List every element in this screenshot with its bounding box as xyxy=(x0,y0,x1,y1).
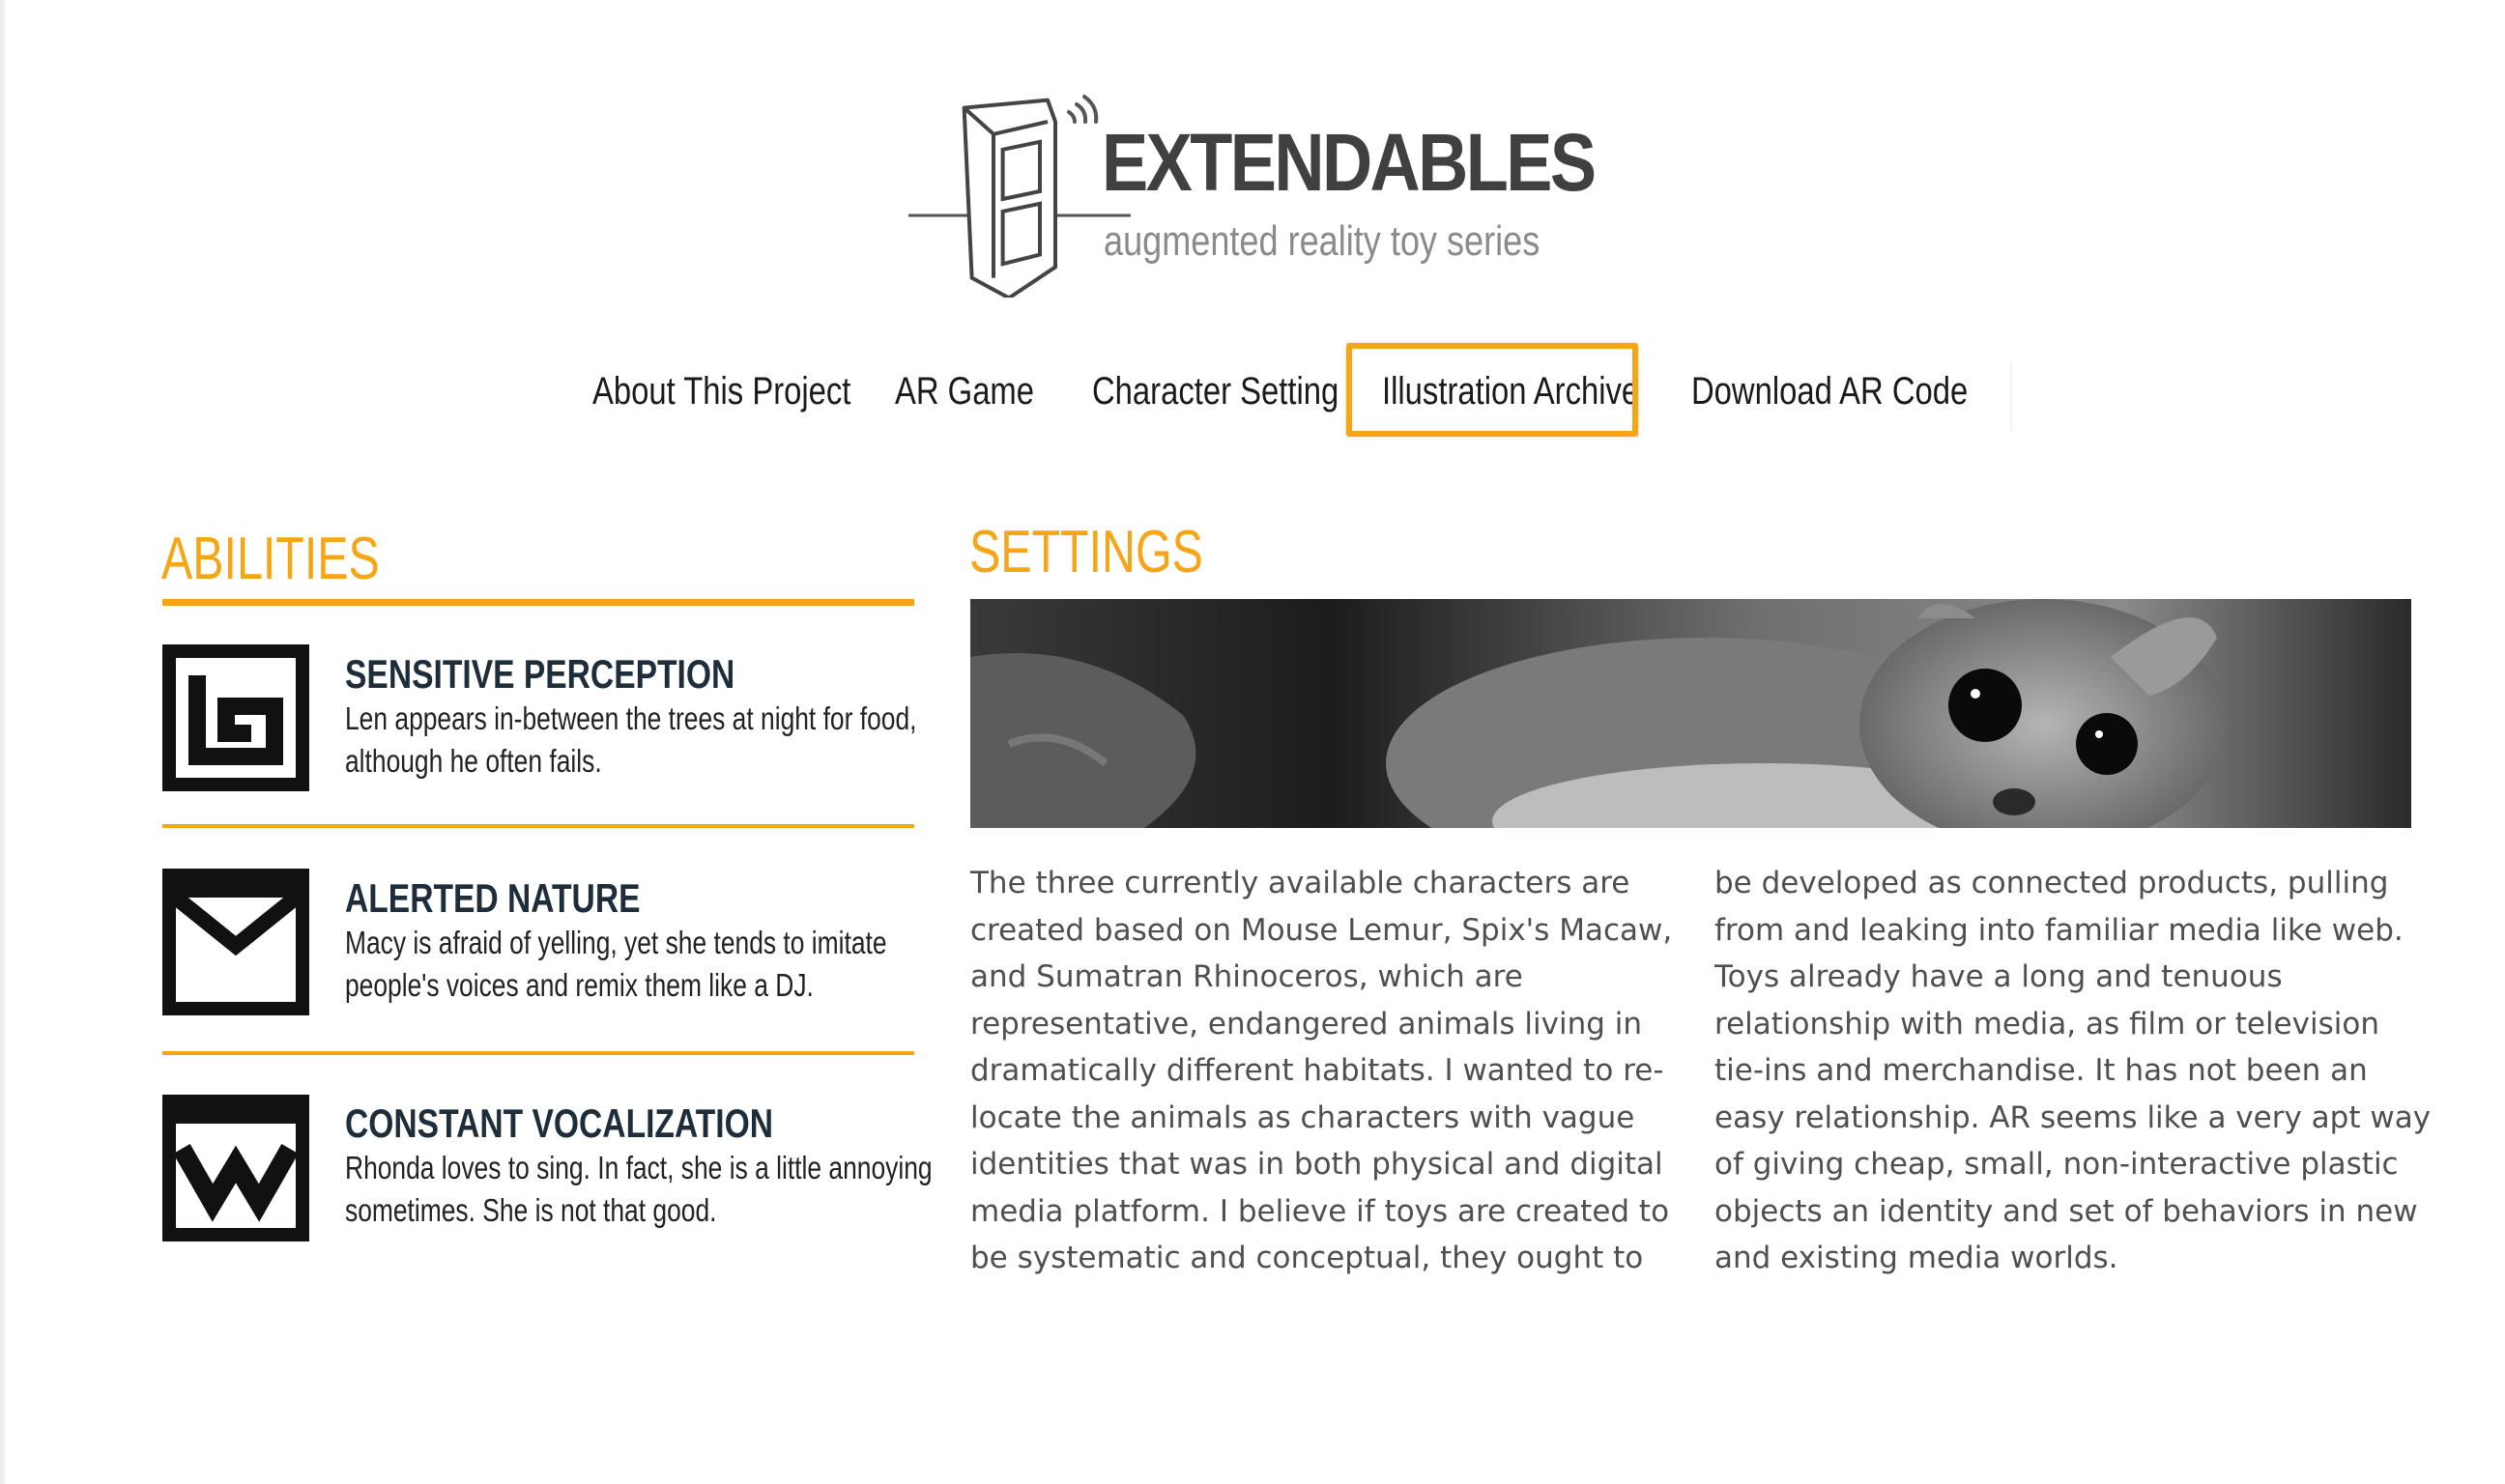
settings-heading: SETTINGS xyxy=(969,519,1203,585)
envelope-glyph-icon xyxy=(162,869,309,1015)
nav-download-ar-code[interactable]: Download AR Code xyxy=(1691,343,1968,440)
settings-text-line: and existing media worlds. xyxy=(1714,1241,2118,1275)
logo-title: EXTENDABLES xyxy=(1102,117,1597,208)
settings-text-line: be systematic and conceptual, they ought… xyxy=(970,1241,1644,1275)
abilities-heading-rule xyxy=(162,599,914,606)
settings-text-line: identities that was in both physical and… xyxy=(970,1147,1663,1182)
settings-text-line: tie-ins and merchandise. It has not been… xyxy=(1714,1053,2368,1088)
settings-text-line: The three currently available characters… xyxy=(970,866,1630,900)
settings-text-line: and Sumatran Rhinoceros, which are xyxy=(970,959,1523,994)
main-nav: About This Project AR Game Character Set… xyxy=(0,343,2505,440)
settings-text-line: be developed as connected products, pull… xyxy=(1714,866,2389,900)
nav-active-indicator xyxy=(1346,343,1638,437)
toy-box-signal-icon xyxy=(908,95,1131,298)
nav-character-setting[interactable]: Character Setting xyxy=(1092,343,1339,440)
abilities-heading: ABILITIES xyxy=(161,526,380,592)
nav-divider xyxy=(2010,362,2012,430)
ability-description-line: people's voices and remix them like a DJ… xyxy=(345,967,814,1003)
ability-name: CONSTANT VOCALIZATION xyxy=(345,1100,773,1146)
ability-description-line: sometimes. She is not that good. xyxy=(345,1192,717,1228)
ability-divider xyxy=(162,1051,914,1055)
settings-text-line: dramatically different habitats. I wante… xyxy=(970,1053,1664,1088)
logo-subtitle: augmented reality toy series xyxy=(1104,217,1540,265)
ability-description: Rhonda loves to sing. In fact, she is a … xyxy=(345,1147,933,1232)
mouse-lemur-photo xyxy=(970,599,2411,828)
settings-text-line: easy relationship. AR seems like a very … xyxy=(1714,1099,2432,1135)
site-logo[interactable]: EXTENDABLES augmented reality toy series xyxy=(908,75,1597,298)
settings-text-left: The three currently available characters… xyxy=(970,860,1673,1282)
ability-description-line: although he often fails. xyxy=(345,743,602,779)
settings-text-line: objects an identity and set of behaviors… xyxy=(1714,1193,2418,1229)
spiral-glyph-icon xyxy=(162,644,309,791)
ability-name: ALERTED NATURE xyxy=(345,875,641,921)
settings-text-line: representative, endangered animals livin… xyxy=(970,1006,1643,1042)
ability-name: SENSITIVE PERCEPTION xyxy=(345,651,735,697)
settings-text-line: Toys already have a long and tenuous xyxy=(1714,959,2283,994)
ability-description: Len appears in-between the trees at nigh… xyxy=(345,698,917,783)
page-edge-shade xyxy=(0,0,5,1484)
ability-divider xyxy=(162,824,914,828)
settings-text-line: locate the animals as characters with va… xyxy=(970,1099,1635,1135)
nav-ar-game[interactable]: AR Game xyxy=(895,343,1034,440)
ability-description: Macy is afraid of yelling, yet she tends… xyxy=(345,922,887,1007)
settings-text-right: be developed as connected products, pull… xyxy=(1714,860,2432,1282)
settings-text-line: from and leaking into familiar media lik… xyxy=(1714,912,2404,948)
nav-about-this-project[interactable]: About This Project xyxy=(592,343,850,440)
ability-description-line: Rhonda loves to sing. In fact, she is a … xyxy=(345,1150,933,1185)
settings-text-line: created based on Mouse Lemur, Spix's Mac… xyxy=(970,912,1673,948)
ability-description-line: Macy is afraid of yelling, yet she tends… xyxy=(345,925,887,960)
settings-text-line: relationship with media, as film or tele… xyxy=(1714,1006,2379,1042)
settings-text-line: of giving cheap, small, non-interactive … xyxy=(1714,1147,2399,1182)
ability-description-line: Len appears in-between the trees at nigh… xyxy=(345,700,917,736)
zigzag-glyph-icon xyxy=(162,1095,309,1241)
settings-text-line: media platform. I believe if toys are cr… xyxy=(970,1193,1670,1229)
